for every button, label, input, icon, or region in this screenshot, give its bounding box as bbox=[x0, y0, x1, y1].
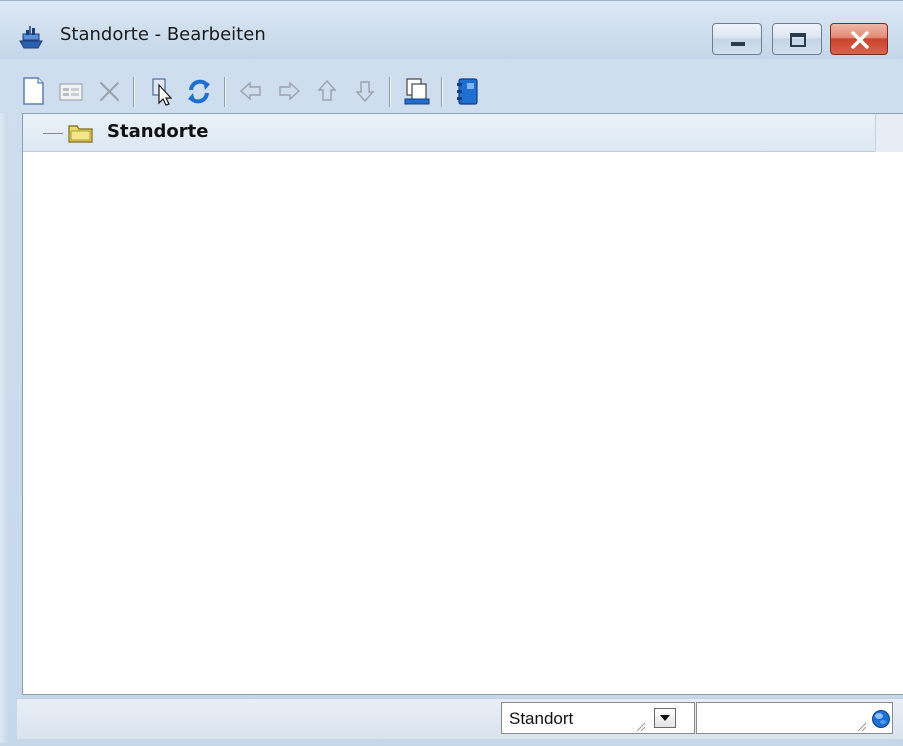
select-pointer-icon[interactable] bbox=[145, 75, 177, 107]
toolbar-separator bbox=[133, 77, 135, 107]
tree-root-node[interactable]: Standorte bbox=[23, 114, 875, 152]
folder-icon bbox=[68, 122, 94, 144]
resize-grip-icon bbox=[634, 717, 646, 732]
tree-root-label: Standorte bbox=[107, 121, 209, 142]
window-title: Standorte - Bearbeiten bbox=[60, 24, 266, 45]
toolbar-separator bbox=[224, 77, 226, 107]
dropdown-button[interactable] bbox=[654, 708, 676, 728]
field-select-combo[interactable]: Standort bbox=[501, 702, 695, 734]
toolbar-separator bbox=[389, 77, 391, 107]
delete-icon[interactable] bbox=[93, 75, 125, 107]
ship-icon[interactable] bbox=[17, 24, 45, 52]
maximize-icon bbox=[790, 33, 806, 47]
search-field[interactable] bbox=[696, 702, 893, 734]
book-icon[interactable] bbox=[451, 75, 483, 107]
application-window: Standorte - Bearbeiten Standorte Standor… bbox=[0, 0, 903, 746]
arrow-right-icon[interactable] bbox=[273, 75, 305, 107]
window-border-left bbox=[0, 113, 8, 743]
close-icon bbox=[851, 31, 869, 49]
combo-value: Standort bbox=[509, 709, 574, 728]
arrow-up-icon[interactable] bbox=[311, 75, 343, 107]
tree-connector-line bbox=[43, 133, 63, 134]
arrow-down-icon[interactable] bbox=[349, 75, 381, 107]
form-view-icon[interactable] bbox=[55, 75, 87, 107]
tree-header-scroll-corner bbox=[875, 114, 903, 152]
arrow-left-icon[interactable] bbox=[235, 75, 267, 107]
maximize-button[interactable] bbox=[772, 23, 822, 55]
toolbar-separator bbox=[441, 77, 443, 107]
tree-view[interactable]: Standorte bbox=[22, 113, 903, 695]
toolbar bbox=[17, 69, 897, 111]
new-document-icon[interactable] bbox=[17, 75, 49, 107]
globe-icon[interactable] bbox=[871, 709, 891, 729]
resize-grip-icon bbox=[855, 717, 867, 732]
copy-records-icon[interactable] bbox=[401, 75, 433, 107]
close-button[interactable] bbox=[830, 23, 888, 55]
refresh-icon[interactable] bbox=[183, 75, 215, 107]
minimize-button[interactable] bbox=[712, 23, 762, 55]
title-bar[interactable]: Standorte - Bearbeiten bbox=[0, 1, 903, 59]
status-bar: Standort bbox=[17, 698, 903, 739]
minimize-icon bbox=[731, 42, 745, 46]
chevron-down-icon bbox=[660, 715, 670, 721]
